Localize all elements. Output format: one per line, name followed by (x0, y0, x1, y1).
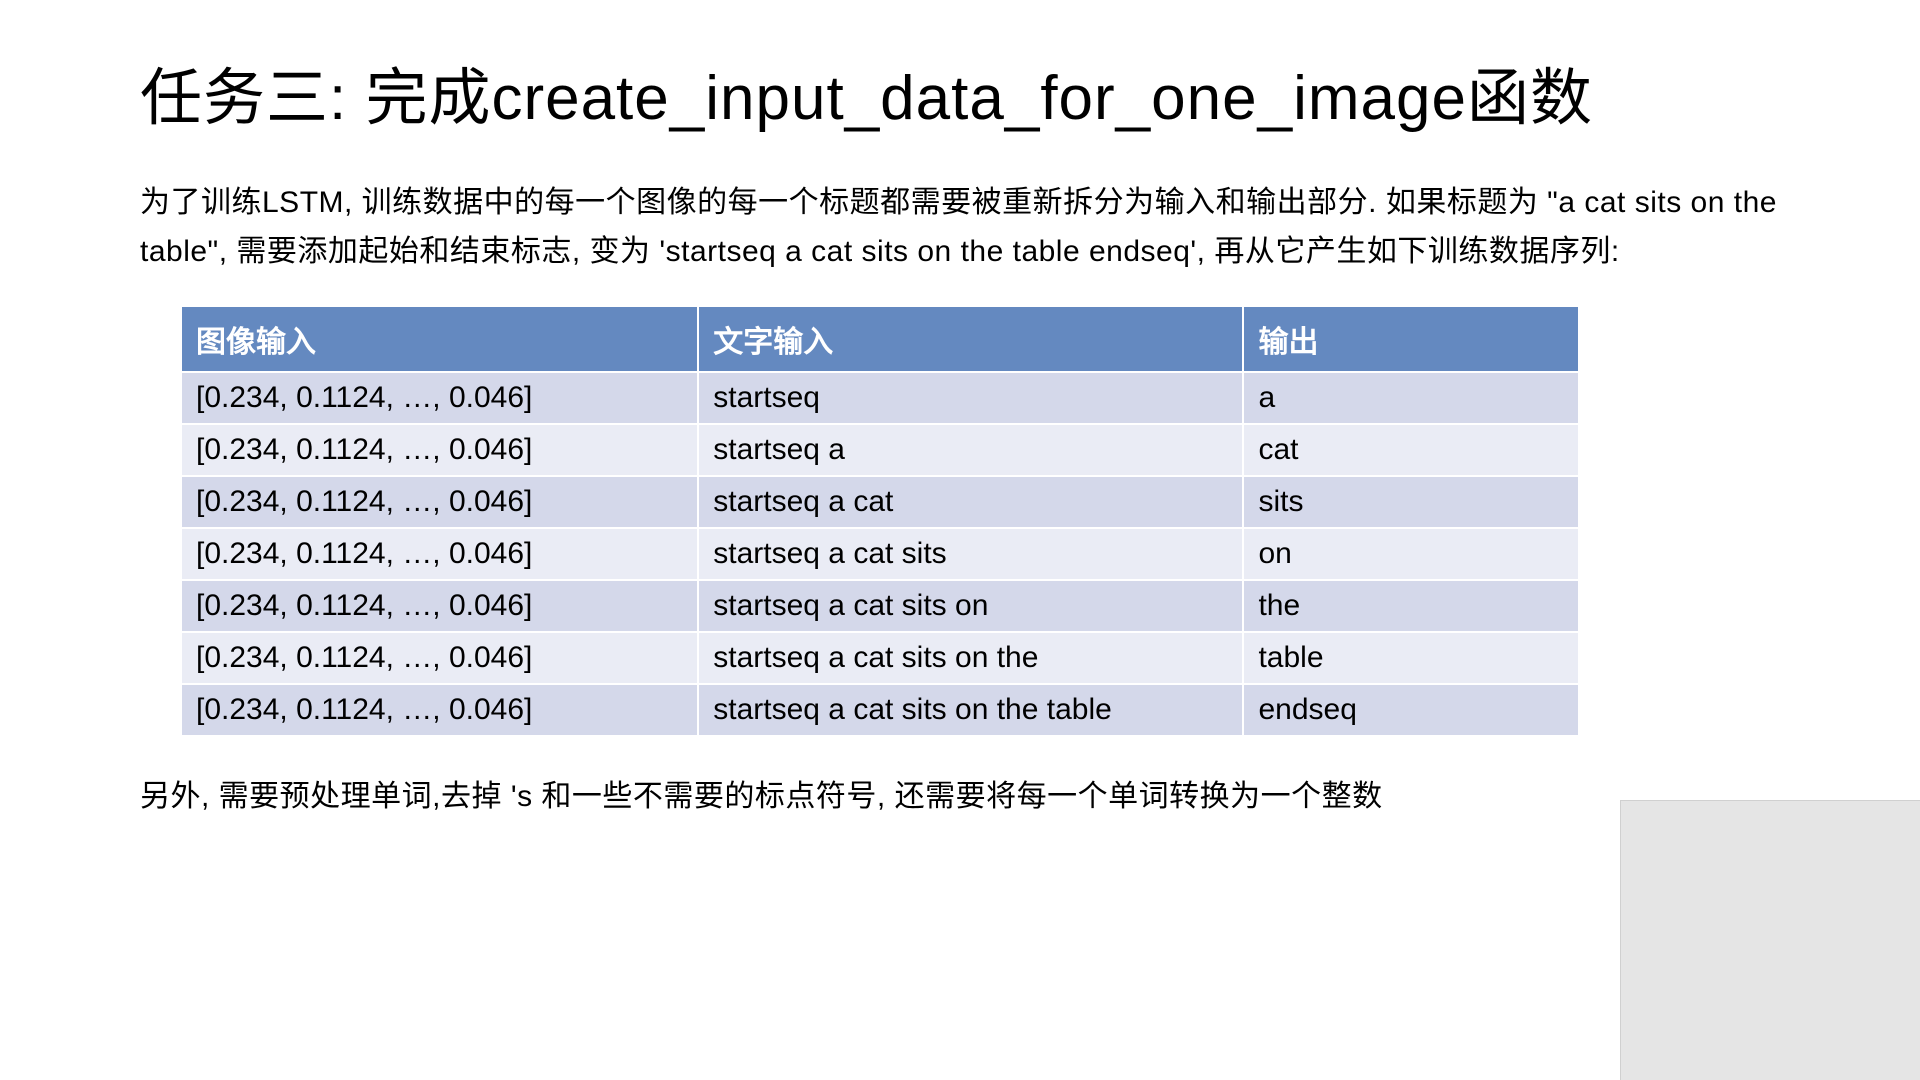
training-data-table: 图像输入 文字输入 输出 [0.234, 0.1124, …, 0.046] s… (180, 305, 1580, 737)
table-header-row: 图像输入 文字输入 输出 (181, 306, 1579, 372)
table-row: [0.234, 0.1124, …, 0.046] startseq a cat… (181, 528, 1579, 580)
cell-output: table (1243, 632, 1579, 684)
cell-image-input: [0.234, 0.1124, …, 0.046] (181, 684, 698, 736)
cell-image-input: [0.234, 0.1124, …, 0.046] (181, 372, 698, 424)
table-row: [0.234, 0.1124, …, 0.046] startseq a cat… (181, 580, 1579, 632)
footnote-paragraph: 另外, 需要预处理单词,去掉 's 和一些不需要的标点符号, 还需要将每一个单词… (140, 773, 1780, 821)
cell-text-input: startseq a (698, 424, 1243, 476)
cell-output: on (1243, 528, 1579, 580)
cell-output: endseq (1243, 684, 1579, 736)
cell-text-input: startseq a cat sits (698, 528, 1243, 580)
cell-output: a (1243, 372, 1579, 424)
cell-image-input: [0.234, 0.1124, …, 0.046] (181, 528, 698, 580)
col-header-text-input: 文字输入 (698, 306, 1243, 372)
table-row: [0.234, 0.1124, …, 0.046] startseq a cat… (181, 684, 1579, 736)
cell-text-input: startseq a cat (698, 476, 1243, 528)
corner-overlay-box (1620, 800, 1920, 1080)
training-data-table-wrap: 图像输入 文字输入 输出 [0.234, 0.1124, …, 0.046] s… (180, 305, 1780, 737)
description-paragraph: 为了训练LSTM, 训练数据中的每一个图像的每一个标题都需要被重新拆分为输入和输… (140, 178, 1780, 277)
cell-text-input: startseq (698, 372, 1243, 424)
cell-output: the (1243, 580, 1579, 632)
cell-output: sits (1243, 476, 1579, 528)
cell-image-input: [0.234, 0.1124, …, 0.046] (181, 580, 698, 632)
slide-title: 任务三: 完成create_input_data_for_one_image函数 (140, 60, 1780, 138)
cell-text-input: startseq a cat sits on (698, 580, 1243, 632)
col-header-image-input: 图像输入 (181, 306, 698, 372)
table-row: [0.234, 0.1124, …, 0.046] startseq a (181, 372, 1579, 424)
cell-text-input: startseq a cat sits on the table (698, 684, 1243, 736)
cell-text-input: startseq a cat sits on the (698, 632, 1243, 684)
cell-output: cat (1243, 424, 1579, 476)
col-header-output: 输出 (1243, 306, 1579, 372)
table-row: [0.234, 0.1124, …, 0.046] startseq a cat (181, 424, 1579, 476)
table-row: [0.234, 0.1124, …, 0.046] startseq a cat… (181, 476, 1579, 528)
table-row: [0.234, 0.1124, …, 0.046] startseq a cat… (181, 632, 1579, 684)
cell-image-input: [0.234, 0.1124, …, 0.046] (181, 632, 698, 684)
cell-image-input: [0.234, 0.1124, …, 0.046] (181, 476, 698, 528)
cell-image-input: [0.234, 0.1124, …, 0.046] (181, 424, 698, 476)
